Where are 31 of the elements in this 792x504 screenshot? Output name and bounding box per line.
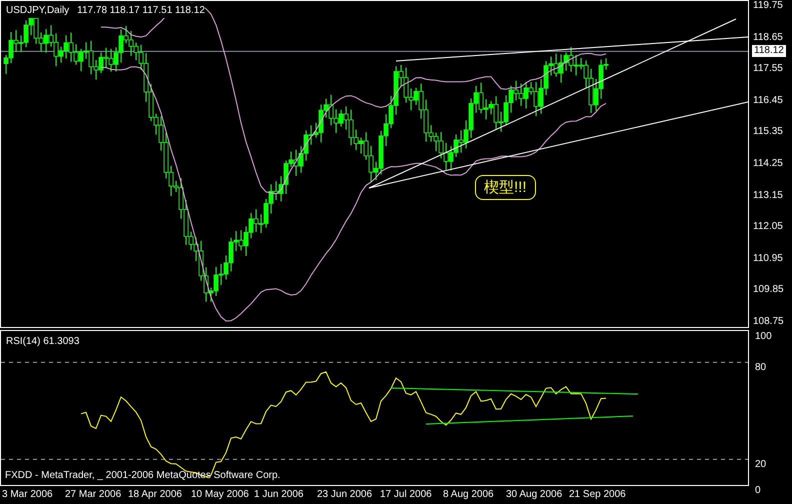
date-tick-label: 10 May 2006 <box>191 489 250 501</box>
wedge-annotation: 楔型!!! <box>475 175 536 200</box>
date-tick-label: 30 Aug 2006 <box>506 489 564 501</box>
price-tick-label: 110.95 <box>753 252 784 265</box>
price-tick-label: 114.25 <box>753 158 784 170</box>
price-tick-label: 109.85 <box>753 284 785 296</box>
ohlc-values: 117.78 118.17 117.51 118.12 <box>77 3 205 18</box>
symbol-label: USDJPY,Daily <box>6 3 70 18</box>
date-tick-label: 27 Mar 2006 <box>65 489 122 501</box>
date-tick-label: 21 Sep 2006 <box>569 489 627 501</box>
price-tick-label: 108.75 <box>753 316 785 328</box>
date-tick-label: 3 Mar 2006 <box>2 489 54 501</box>
price-tick-label: 112.05 <box>753 221 784 234</box>
date-tick-label: 17 Jul 2006 <box>380 489 433 501</box>
price-tick-label: 117.55 <box>753 63 784 76</box>
rsi-tick-label: 100 <box>755 331 772 343</box>
price-tick-label: 118.65 <box>753 32 784 44</box>
copyright-text: FXDD - MetaTrader, _ 2001-2006 MetaQuotes Software Corp. <box>5 469 280 483</box>
current-price-label: 118.12 <box>752 45 786 57</box>
price-tick-label: 113.15 <box>753 190 784 202</box>
rsi-tick-label: 20 <box>755 459 766 471</box>
date-tick-label: 8 Aug 2006 <box>443 489 495 501</box>
rsi-tick-label: 80 <box>755 362 766 374</box>
price-tick-label: 116.45 <box>753 94 784 107</box>
date-tick-label: 23 Jun 2006 <box>317 489 374 501</box>
rsi-tick-label: 0 <box>755 485 761 497</box>
price-tick-label: 119.75 <box>753 0 784 12</box>
rsi-label: RSI(14) 61.3093 <box>6 335 80 349</box>
price-tick-label: 115.35 <box>753 126 784 138</box>
date-tick-label: 1 Jun 2006 <box>254 489 304 501</box>
date-tick-label: 18 Apr 2006 <box>128 489 183 501</box>
